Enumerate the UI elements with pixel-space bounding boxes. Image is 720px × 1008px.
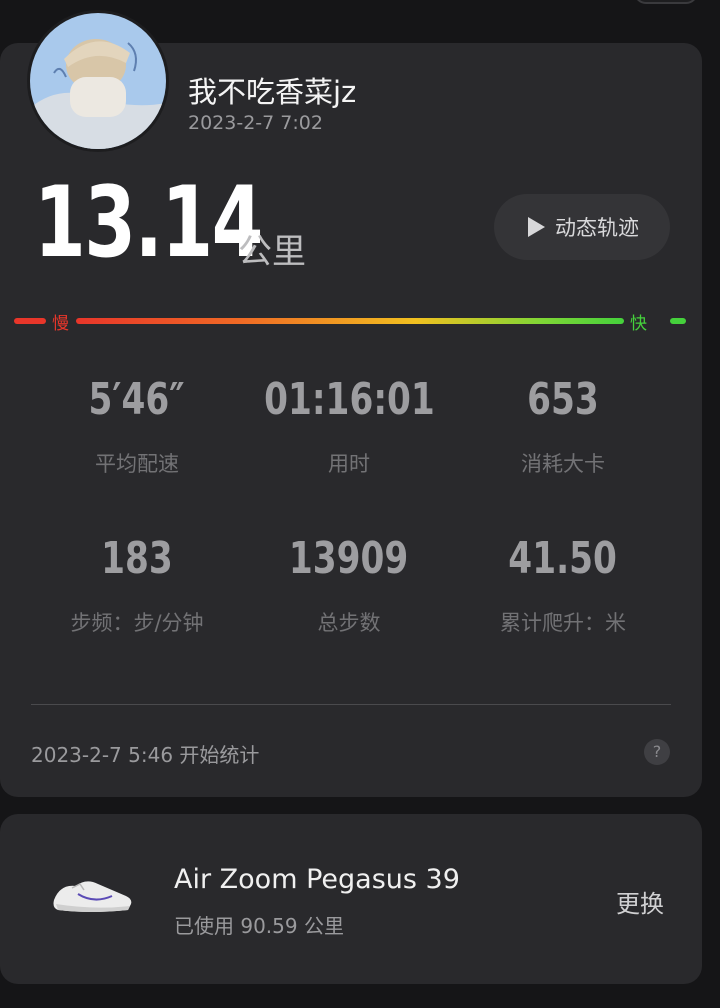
stat-value: 13909 <box>289 533 409 584</box>
distance-unit: 公里 <box>238 232 306 272</box>
distance-value: 13.14 <box>34 166 264 280</box>
stat-label: 总步数 <box>317 611 381 635</box>
pace-fast-segment <box>670 318 686 324</box>
username: 我不吃香菜jz <box>188 75 357 109</box>
stat-avg-pace: 5′46″ 平均配速 <box>27 378 247 478</box>
stat-total-steps: 13909 总步数 <box>239 537 459 637</box>
stat-value: 653 <box>527 374 599 425</box>
stat-label: 消耗大卡 <box>521 452 605 476</box>
shoe-card[interactable]: Air Zoom Pegasus 39 已使用 90.59 公里 更换 <box>0 814 702 984</box>
avatar-image <box>30 13 166 149</box>
shoe-name: Air Zoom Pegasus 39 <box>174 864 460 895</box>
post-time: 2023-2-7 7:02 <box>188 112 323 134</box>
stat-label: 平均配速 <box>95 452 179 476</box>
pace-fast-label: 快 <box>630 314 647 334</box>
stat-duration: 01:16:01 用时 <box>239 378 459 478</box>
pace-color-bar: 慢 快 <box>14 312 688 334</box>
shoe-image <box>53 881 132 912</box>
pace-slow-segment <box>14 318 46 324</box>
stat-value: 01:16:01 <box>263 374 435 425</box>
stat-elevation-gain: 41.50 累计爬升：米 <box>453 537 673 637</box>
pace-gradient <box>76 318 624 324</box>
help-icon[interactable]: ? <box>644 739 670 765</box>
top-menu-pill[interactable] <box>634 0 698 4</box>
stat-cadence: 183 步频：步/分钟 <box>27 537 247 637</box>
pace-slow-label: 慢 <box>52 314 69 334</box>
stat-calories: 653 消耗大卡 <box>453 378 673 478</box>
stat-label: 用时 <box>328 452 370 476</box>
play-icon <box>528 217 545 237</box>
run-summary-card: 我不吃香菜jz 2023-2-7 7:02 13.14 公里 动态轨迹 慢 快 … <box>0 13 702 797</box>
stat-value: 183 <box>101 533 173 584</box>
change-shoe-button[interactable]: 更换 <box>616 884 664 919</box>
divider <box>31 704 671 705</box>
shoe-usage: 已使用 90.59 公里 <box>174 914 344 938</box>
stat-label: 累计爬升：米 <box>500 611 626 635</box>
stat-label: 步频：步/分钟 <box>70 611 204 635</box>
dynamic-track-label: 动态轨迹 <box>555 216 639 240</box>
avatar[interactable] <box>30 13 166 149</box>
dynamic-track-button[interactable]: 动态轨迹 <box>494 194 670 260</box>
stat-value: 41.50 <box>508 533 618 584</box>
start-time: 2023-2-7 5:46 开始统计 <box>31 743 260 767</box>
stat-value: 5′46″ <box>88 374 186 425</box>
